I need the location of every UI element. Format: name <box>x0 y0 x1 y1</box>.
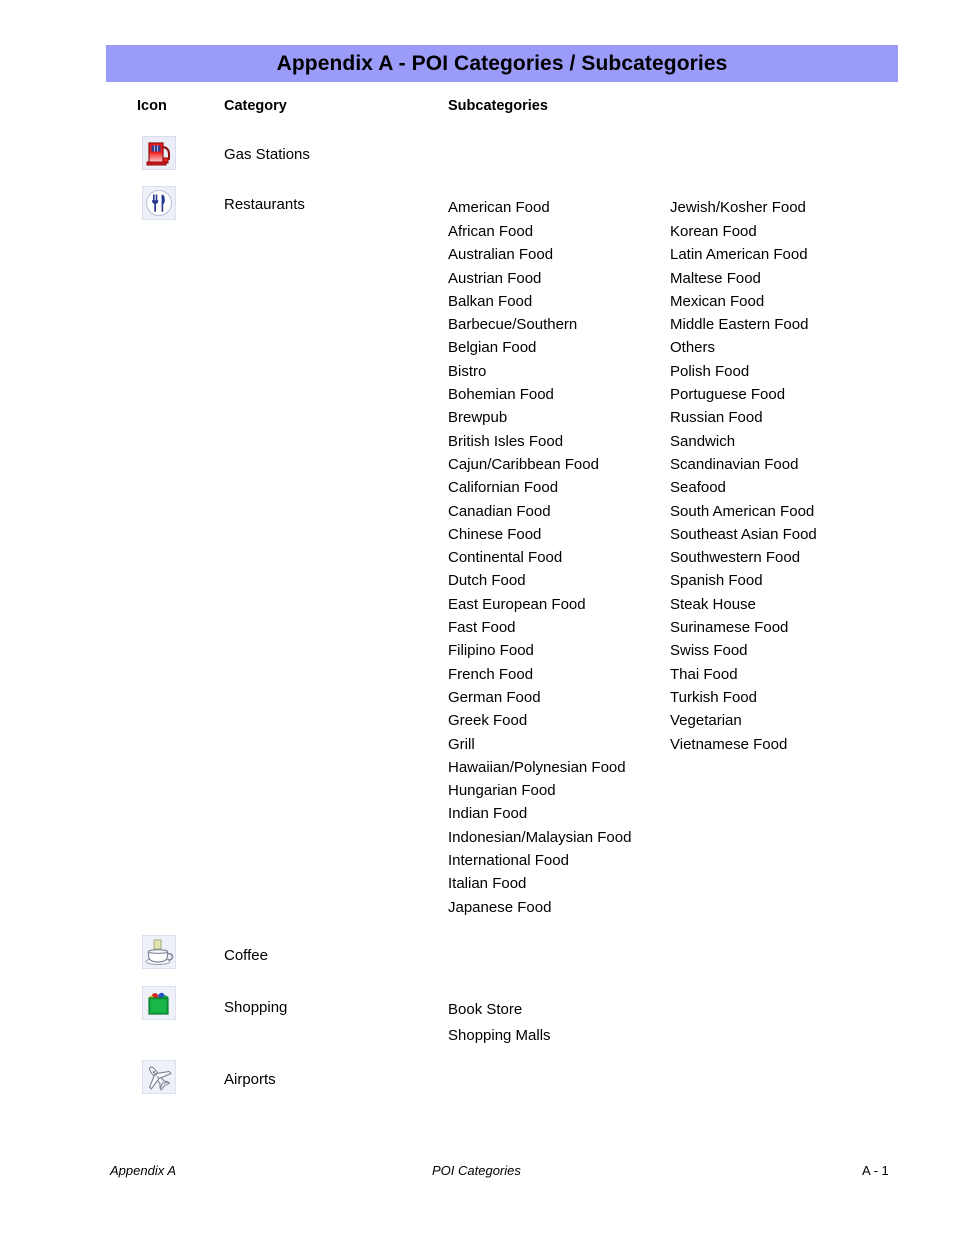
subcategory-item: Fast Food <box>448 619 516 637</box>
category-label: Coffee <box>224 947 268 964</box>
table-row: Coffee <box>0 935 954 985</box>
subcategory-item: Spanish Food <box>670 572 763 590</box>
subcategory-item: Seafood <box>670 479 726 497</box>
footer-page-number: A - 1 <box>862 1163 889 1178</box>
coffee-cup-icon <box>142 935 176 969</box>
subcategory-item: Australian Food <box>448 246 554 264</box>
subcategory-item: Cajun/Caribbean Food <box>448 455 599 473</box>
subcategory-item: Californian Food <box>448 479 559 497</box>
subcategory-item: Canadian Food <box>448 502 551 520</box>
subcategory-item: Mexican Food <box>670 292 765 310</box>
subcategory-item: Belgian Food <box>448 339 537 357</box>
subcategory-item: Surinamese Food <box>670 619 789 637</box>
subcategory-item: Polish Food <box>670 362 750 380</box>
table-row: Airports <box>0 1060 954 1110</box>
subcategory-item: Russian Food <box>670 409 763 427</box>
subcategory-item: Greek Food <box>448 712 528 730</box>
subcategory-item: Balkan Food <box>448 292 533 310</box>
icon-cell <box>142 1060 176 1094</box>
subcategory-item: Steak House <box>670 595 756 613</box>
table-row: Shopping Book Store Shopping Malls <box>0 986 954 1046</box>
subcategory-item: Shopping Malls <box>448 1027 551 1044</box>
subcategory-item: French Food <box>448 665 534 683</box>
shopping-bag-icon <box>142 986 176 1020</box>
page-title: Appendix A - POI Categories / Subcategor… <box>276 51 728 75</box>
icon-cell <box>142 186 176 220</box>
subcategory-item: Southeast Asian Food <box>670 525 817 543</box>
subcategory-item: American Food <box>448 199 550 216</box>
subcategory-item: Others <box>670 339 716 357</box>
table-row: Gas Stations <box>0 136 954 186</box>
icon-cell <box>142 136 176 170</box>
subcategory-item: Swiss Food <box>670 642 748 660</box>
icon-cell <box>142 986 176 1020</box>
footer-left: Appendix A <box>110 1163 177 1178</box>
subcategory-item: Dutch Food <box>448 572 526 590</box>
appendix-banner: Appendix A - POI Categories / Subcategor… <box>106 45 898 82</box>
subcategory-item: Barbecue/Southern <box>448 316 578 334</box>
subcategory-item: Turkish Food <box>670 688 757 706</box>
subcategory-item: Portuguese Food <box>670 386 786 404</box>
subcategory-item: Hawaiian/Polynesian Food <box>448 758 626 776</box>
category-label: Airports <box>224 1071 276 1088</box>
subcategory-item: East European Food <box>448 595 586 613</box>
subcategory-item: Indonesian/Malaysian Food <box>448 828 632 846</box>
table-column-headers: Icon Category Subcategories <box>0 98 954 116</box>
subcategory-item: African Food <box>448 223 534 240</box>
subcategory-item: Continental Food <box>448 549 563 567</box>
subcategory-item: Vegetarian <box>670 712 742 730</box>
subcategory-item: Austrian Food <box>448 269 542 287</box>
restaurant-fork-knife-icon <box>142 186 176 220</box>
subcategory-column-right: Jewish/Kosher Food Korean Food Latin Ame… <box>670 195 817 756</box>
subcategory-item: Vietnamese Food <box>670 735 788 753</box>
column-header-subcategories: Subcategories <box>448 98 548 114</box>
subcategory-item: Chinese Food <box>448 525 542 543</box>
subcategory-item: Latin American Food <box>670 246 808 264</box>
column-header-category: Category <box>224 98 287 114</box>
subcategory-item: Bohemian Food <box>448 386 554 404</box>
subcategory-item: Thai Food <box>670 665 738 683</box>
subcategory-column-left: American Food African Food Australian Fo… <box>448 195 631 919</box>
category-label: Restaurants <box>224 196 305 213</box>
subcategory-item: Indian Food <box>448 805 528 823</box>
subcategory-item: Korean Food <box>670 223 757 240</box>
column-header-icon: Icon <box>137 98 167 114</box>
document-page: Appendix A - POI Categories / Subcategor… <box>0 0 954 1235</box>
subcategory-item: Grill <box>448 735 475 753</box>
subcategory-item: Hungarian Food <box>448 782 556 800</box>
category-label: Gas Stations <box>224 146 310 163</box>
icon-cell <box>142 935 176 969</box>
subcategory-item: Italian Food <box>448 875 527 893</box>
page-footer: Appendix A POI Categories A - 1 <box>0 1163 954 1183</box>
subcategory-item: British Isles Food <box>448 432 564 450</box>
subcategory-item: Brewpub <box>448 409 508 427</box>
subcategory-item: Maltese Food <box>670 269 761 287</box>
subcategory-item: International Food <box>448 852 569 870</box>
airplane-icon <box>142 1060 176 1094</box>
subcategory-item: Southwestern Food <box>670 549 801 567</box>
footer-center: POI Categories <box>432 1163 521 1178</box>
subcategory-item: South American Food <box>670 502 815 520</box>
subcategory-item: Scandinavian Food <box>670 455 799 473</box>
table-row: Restaurants American Food African Food A… <box>0 186 954 931</box>
subcategory-item: Jewish/Kosher Food <box>670 199 806 216</box>
subcategory-column-left: Book Store Shopping Malls <box>448 997 551 1049</box>
subcategory-item: Bistro <box>448 362 487 380</box>
subcategory-item: Middle Eastern Food <box>670 316 809 334</box>
subcategory-item: Sandwich <box>670 432 736 450</box>
subcategory-item: Book Store <box>448 1001 523 1018</box>
subcategory-item: German Food <box>448 688 541 706</box>
category-label: Shopping <box>224 999 288 1016</box>
subcategory-item: Filipino Food <box>448 642 534 660</box>
subcategory-item: Japanese Food <box>448 898 552 916</box>
gas-pump-icon <box>142 136 176 170</box>
